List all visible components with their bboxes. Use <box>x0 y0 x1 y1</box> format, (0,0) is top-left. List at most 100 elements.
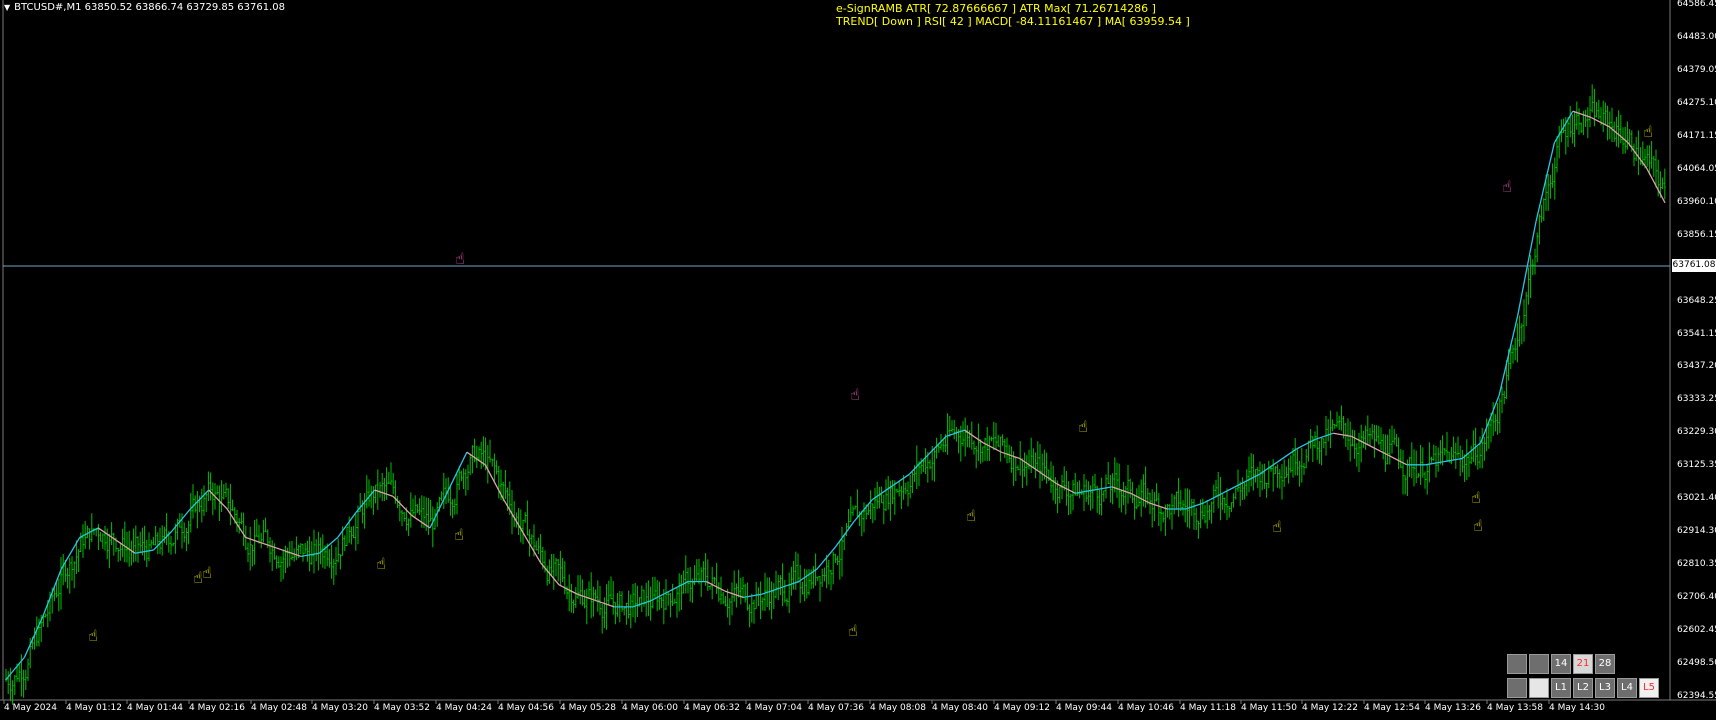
price-bar <box>416 504 419 513</box>
level-button-l2[interactable]: L2 <box>1573 678 1593 698</box>
price-axis-label: 63856.15 <box>1677 229 1716 240</box>
price-bar <box>1318 441 1321 464</box>
price-bar <box>449 484 452 516</box>
symbol-header[interactable]: ▼ BTCUSD#,M1 63850.52 63866.74 63729.85 6… <box>4 2 285 13</box>
price-bar <box>1162 511 1165 523</box>
price-bar <box>830 569 832 591</box>
price-bar <box>1014 457 1017 482</box>
price-bar <box>1067 481 1070 516</box>
price-bar <box>880 486 883 504</box>
buy-signal-hand-icon: ☝ <box>88 626 98 645</box>
time-axis-label: 4 May 02:48 <box>251 703 307 713</box>
buy-signal-hand-icon: ☝ <box>1471 488 1481 507</box>
price-bar <box>497 465 500 499</box>
time-axis-label: 4 May 09:12 <box>994 703 1050 713</box>
price-bar <box>574 587 577 608</box>
price-bar <box>1461 449 1464 473</box>
price-bar <box>640 585 643 613</box>
price-bar <box>1503 390 1506 405</box>
price-bar <box>550 554 553 577</box>
price-bar <box>1463 454 1466 482</box>
price-bar <box>407 518 410 536</box>
price-bar <box>1371 423 1374 440</box>
price-bar <box>1256 466 1259 489</box>
price-bar <box>1036 441 1039 472</box>
price-bar <box>891 480 894 505</box>
level-button-l1[interactable]: L1 <box>1551 678 1571 698</box>
price-bar <box>196 491 199 529</box>
price-bar <box>981 446 984 463</box>
price-bar <box>152 536 155 546</box>
price-bar <box>1245 469 1248 497</box>
price-bar <box>801 581 804 595</box>
panel-button-blank-1[interactable] <box>1507 654 1527 674</box>
price-bar <box>530 534 533 545</box>
price-bar <box>537 537 540 555</box>
time-axis-label: 4 May 02:16 <box>189 703 245 713</box>
price-bar <box>1450 447 1453 465</box>
price-bar <box>1426 465 1429 495</box>
price-bar <box>682 570 685 594</box>
price-bar <box>1428 442 1431 483</box>
ma-segment <box>116 540 136 554</box>
price-bar <box>911 471 914 494</box>
price-bar <box>1265 482 1268 498</box>
price-bar <box>999 436 1002 462</box>
price-bar <box>645 582 648 617</box>
price-bar <box>1437 447 1440 472</box>
time-axis-label: 4 May 01:12 <box>66 703 122 713</box>
price-bar <box>387 471 390 484</box>
price-bar <box>295 536 298 561</box>
price-bar <box>1133 494 1136 520</box>
period-button-14[interactable]: 14 <box>1551 654 1571 674</box>
panel-button-blank-2[interactable] <box>1529 654 1549 674</box>
price-axis-label: 63333.25 <box>1677 394 1716 405</box>
price-bar <box>68 557 71 594</box>
price-bar <box>1296 449 1299 476</box>
price-bar <box>1008 444 1011 463</box>
price-bar <box>1237 469 1239 492</box>
price-bar <box>220 480 223 513</box>
panel-button-blank-4[interactable] <box>1529 678 1549 698</box>
buy-signal-hand-icon: ☝ <box>966 506 976 525</box>
price-bar <box>1111 473 1114 505</box>
price-bar <box>1650 141 1653 169</box>
buy-signal-hand-icon: ☝ <box>202 563 212 582</box>
price-bar <box>1195 507 1198 531</box>
price-bar <box>1611 107 1613 142</box>
price-bar <box>783 580 786 603</box>
price-bar <box>678 573 681 612</box>
price-bar <box>698 558 700 585</box>
level-button-l4[interactable]: L4 <box>1617 678 1637 698</box>
price-bar <box>1413 449 1415 487</box>
price-bar <box>101 533 104 549</box>
price-bar <box>478 446 480 462</box>
panel-button-blank-3[interactable] <box>1507 678 1527 698</box>
price-bar <box>409 492 412 528</box>
price-chart[interactable]: ☝☝ ☝ ☝☝☝☝☝☝ ☝☝☝☝☝☝ <box>0 0 1716 720</box>
period-button-21[interactable]: 21 <box>1573 654 1593 674</box>
price-bar <box>803 568 806 602</box>
price-bar <box>328 549 331 568</box>
price-bar <box>1175 491 1178 510</box>
price-axis-label: 64275.10 <box>1677 97 1716 108</box>
period-button-28[interactable]: 28 <box>1595 654 1615 674</box>
level-button-l3[interactable]: L3 <box>1595 678 1615 698</box>
price-bar <box>1223 497 1226 514</box>
price-bar <box>722 592 725 605</box>
price-bar <box>1402 449 1404 495</box>
price-bar <box>352 526 355 539</box>
buy-signal-hand-icon: ☝ <box>848 621 858 640</box>
price-bar <box>966 425 969 448</box>
price-bar <box>1039 444 1041 489</box>
collapse-triangle-icon[interactable]: ▼ <box>4 3 10 12</box>
price-bar <box>1278 469 1281 489</box>
price-bar <box>790 566 793 596</box>
level-button-l5[interactable]: L5 <box>1639 678 1659 698</box>
price-bar <box>788 572 791 614</box>
price-bar <box>1285 466 1288 478</box>
price-bar <box>313 529 315 574</box>
price-bar <box>262 519 265 543</box>
price-bars <box>5 84 1666 705</box>
price-bar <box>77 549 80 572</box>
